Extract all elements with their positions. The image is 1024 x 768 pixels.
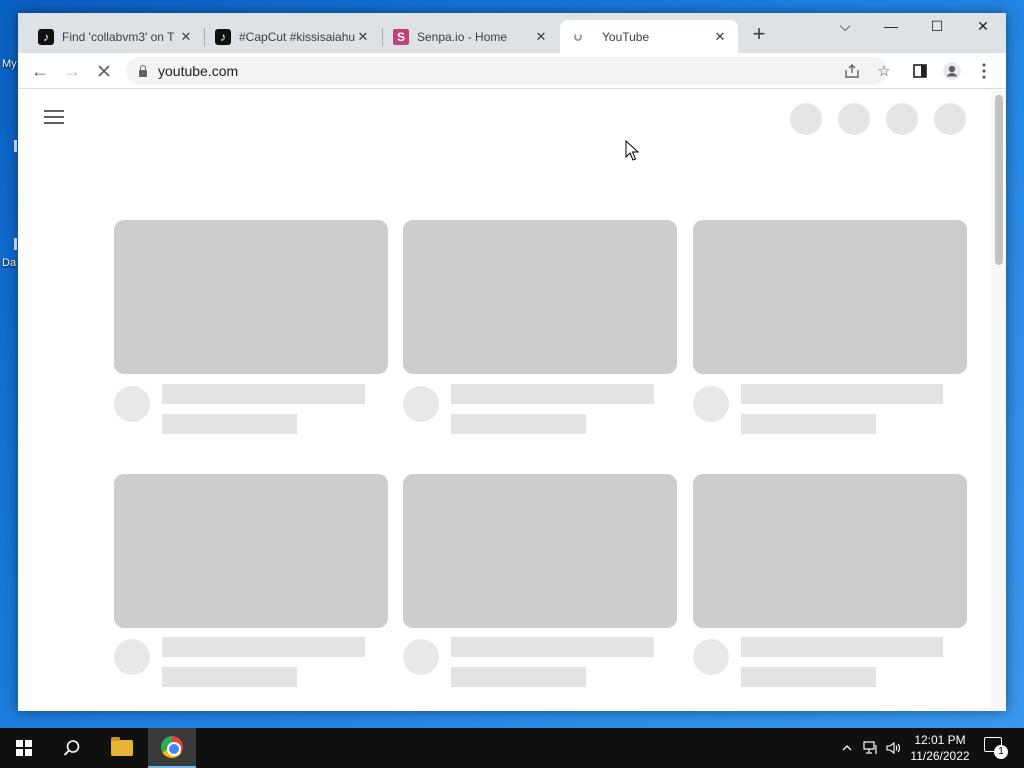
notification-count-badge: 1: [994, 745, 1008, 759]
tab-title: #CapCut #kissisaiahu: [239, 29, 355, 44]
tab-search-button[interactable]: ⌵: [822, 13, 868, 39]
tiktok-icon: ♪: [38, 28, 54, 45]
video-thumbnail-placeholder: [114, 474, 388, 628]
header-placeholder: [934, 103, 966, 135]
youtube-page: [18, 90, 1006, 711]
network-button[interactable]: [860, 728, 882, 768]
tab-title: Senpa.io - Home: [417, 29, 508, 44]
show-hidden-icons-button[interactable]: [838, 728, 856, 768]
title-placeholder: [451, 637, 654, 657]
title-placeholder: [741, 384, 943, 404]
video-thumbnail-placeholder: [693, 474, 967, 628]
video-thumbnail-placeholder: [693, 220, 967, 374]
page-scrollbar[interactable]: [991, 90, 1006, 711]
meta-placeholder: [162, 414, 297, 434]
side-panel-button[interactable]: [906, 57, 934, 85]
system-clock[interactable]: 12:01 PM 11/26/2022: [902, 732, 978, 764]
title-placeholder: [741, 637, 943, 657]
title-placeholder: [451, 384, 654, 404]
channel-avatar-placeholder: [403, 386, 439, 422]
stop-loading-button[interactable]: [90, 57, 118, 85]
tab-strip: ♪ Find 'collabvm3' on T ✕ ♪ #CapCut #kis…: [18, 13, 1006, 53]
header-placeholder: [838, 103, 870, 135]
channel-avatar-placeholder: [114, 639, 150, 675]
speaker-icon: [886, 741, 901, 755]
back-button[interactable]: ←: [26, 57, 54, 85]
profile-icon: [943, 62, 961, 80]
network-icon: [863, 741, 877, 754]
close-icon[interactable]: ✕: [178, 29, 194, 45]
action-center-button[interactable]: 1: [984, 737, 1008, 759]
header-placeholder: [790, 103, 822, 135]
lock-icon[interactable]: [138, 65, 148, 77]
chrome-icon: [161, 736, 183, 758]
windows-start-icon: [16, 740, 32, 756]
volume-button[interactable]: [884, 728, 904, 768]
title-placeholder: [162, 384, 365, 404]
channel-avatar-placeholder: [403, 639, 439, 675]
url-text[interactable]: youtube.com: [158, 63, 238, 79]
search-button[interactable]: [48, 728, 96, 768]
tab-title: Find 'collabvm3' on T: [62, 29, 175, 44]
meta-placeholder: [741, 667, 876, 687]
browser-toolbar: ← → youtube.com ☆: [18, 53, 1006, 89]
star-icon[interactable]: ☆: [870, 57, 898, 85]
close-icon[interactable]: ✕: [712, 29, 728, 45]
meta-placeholder: [451, 667, 586, 687]
file-explorer-icon: [111, 737, 133, 756]
loading-icon: [570, 29, 586, 45]
maximize-button[interactable]: ☐: [914, 13, 960, 39]
clock-time: 12:01 PM: [914, 733, 966, 747]
menu-button[interactable]: [970, 57, 998, 85]
minimize-button[interactable]: —: [868, 13, 914, 39]
side-panel-icon: [913, 64, 927, 78]
forward-button[interactable]: →: [58, 57, 86, 85]
meta-placeholder: [741, 414, 876, 434]
address-bar[interactable]: youtube.com ☆: [126, 57, 891, 85]
tab-senpa[interactable]: S Senpa.io - Home ✕: [383, 20, 559, 53]
hamburger-menu-icon[interactable]: [44, 110, 64, 124]
chevron-up-icon: [842, 745, 852, 751]
video-thumbnail-placeholder: [114, 220, 388, 374]
senpa-icon: S: [393, 28, 409, 45]
tab-tiktok-capcut[interactable]: ♪ #CapCut #kissisaiahu ✕: [205, 20, 381, 53]
desktop-icon-mark: [14, 238, 17, 250]
close-icon[interactable]: ✕: [355, 29, 371, 45]
start-button[interactable]: [0, 728, 48, 768]
channel-avatar-placeholder: [693, 386, 729, 422]
new-tab-button[interactable]: +: [747, 23, 771, 47]
file-explorer-button[interactable]: [98, 728, 146, 768]
search-icon: [63, 740, 80, 756]
profile-button[interactable]: [938, 57, 966, 85]
close-window-button[interactable]: ✕: [960, 13, 1006, 39]
stop-icon: [98, 65, 110, 77]
scrollbar-thumb[interactable]: [995, 95, 1003, 265]
tab-youtube[interactable]: YouTube ✕: [560, 20, 738, 53]
browser-window: ♪ Find 'collabvm3' on T ✕ ♪ #CapCut #kis…: [18, 13, 1006, 711]
header-placeholder: [886, 103, 918, 135]
taskbar: 12:01 PM 11/26/2022 1: [0, 728, 1024, 768]
kebab-menu-icon: [982, 63, 986, 79]
tab-tiktok-search[interactable]: ♪ Find 'collabvm3' on T ✕: [28, 20, 204, 53]
video-thumbnail-placeholder: [403, 474, 677, 628]
mouse-cursor-icon: [625, 140, 639, 161]
channel-avatar-placeholder: [693, 639, 729, 675]
channel-avatar-placeholder: [114, 386, 150, 422]
tiktok-icon: ♪: [215, 28, 231, 45]
meta-placeholder: [451, 414, 586, 434]
tab-title: YouTube: [602, 29, 650, 44]
close-icon[interactable]: ✕: [533, 29, 549, 45]
desktop-icon-label-my[interactable]: My: [2, 58, 17, 70]
desktop-icon-mark: [14, 140, 17, 152]
title-placeholder: [162, 637, 365, 657]
video-thumbnail-placeholder: [403, 220, 677, 374]
clock-date: 11/26/2022: [910, 749, 970, 763]
desktop-icon-label-da[interactable]: Da: [2, 257, 16, 269]
chrome-taskbar-button[interactable]: [148, 728, 196, 768]
share-icon[interactable]: [838, 57, 866, 85]
meta-placeholder: [162, 667, 297, 687]
